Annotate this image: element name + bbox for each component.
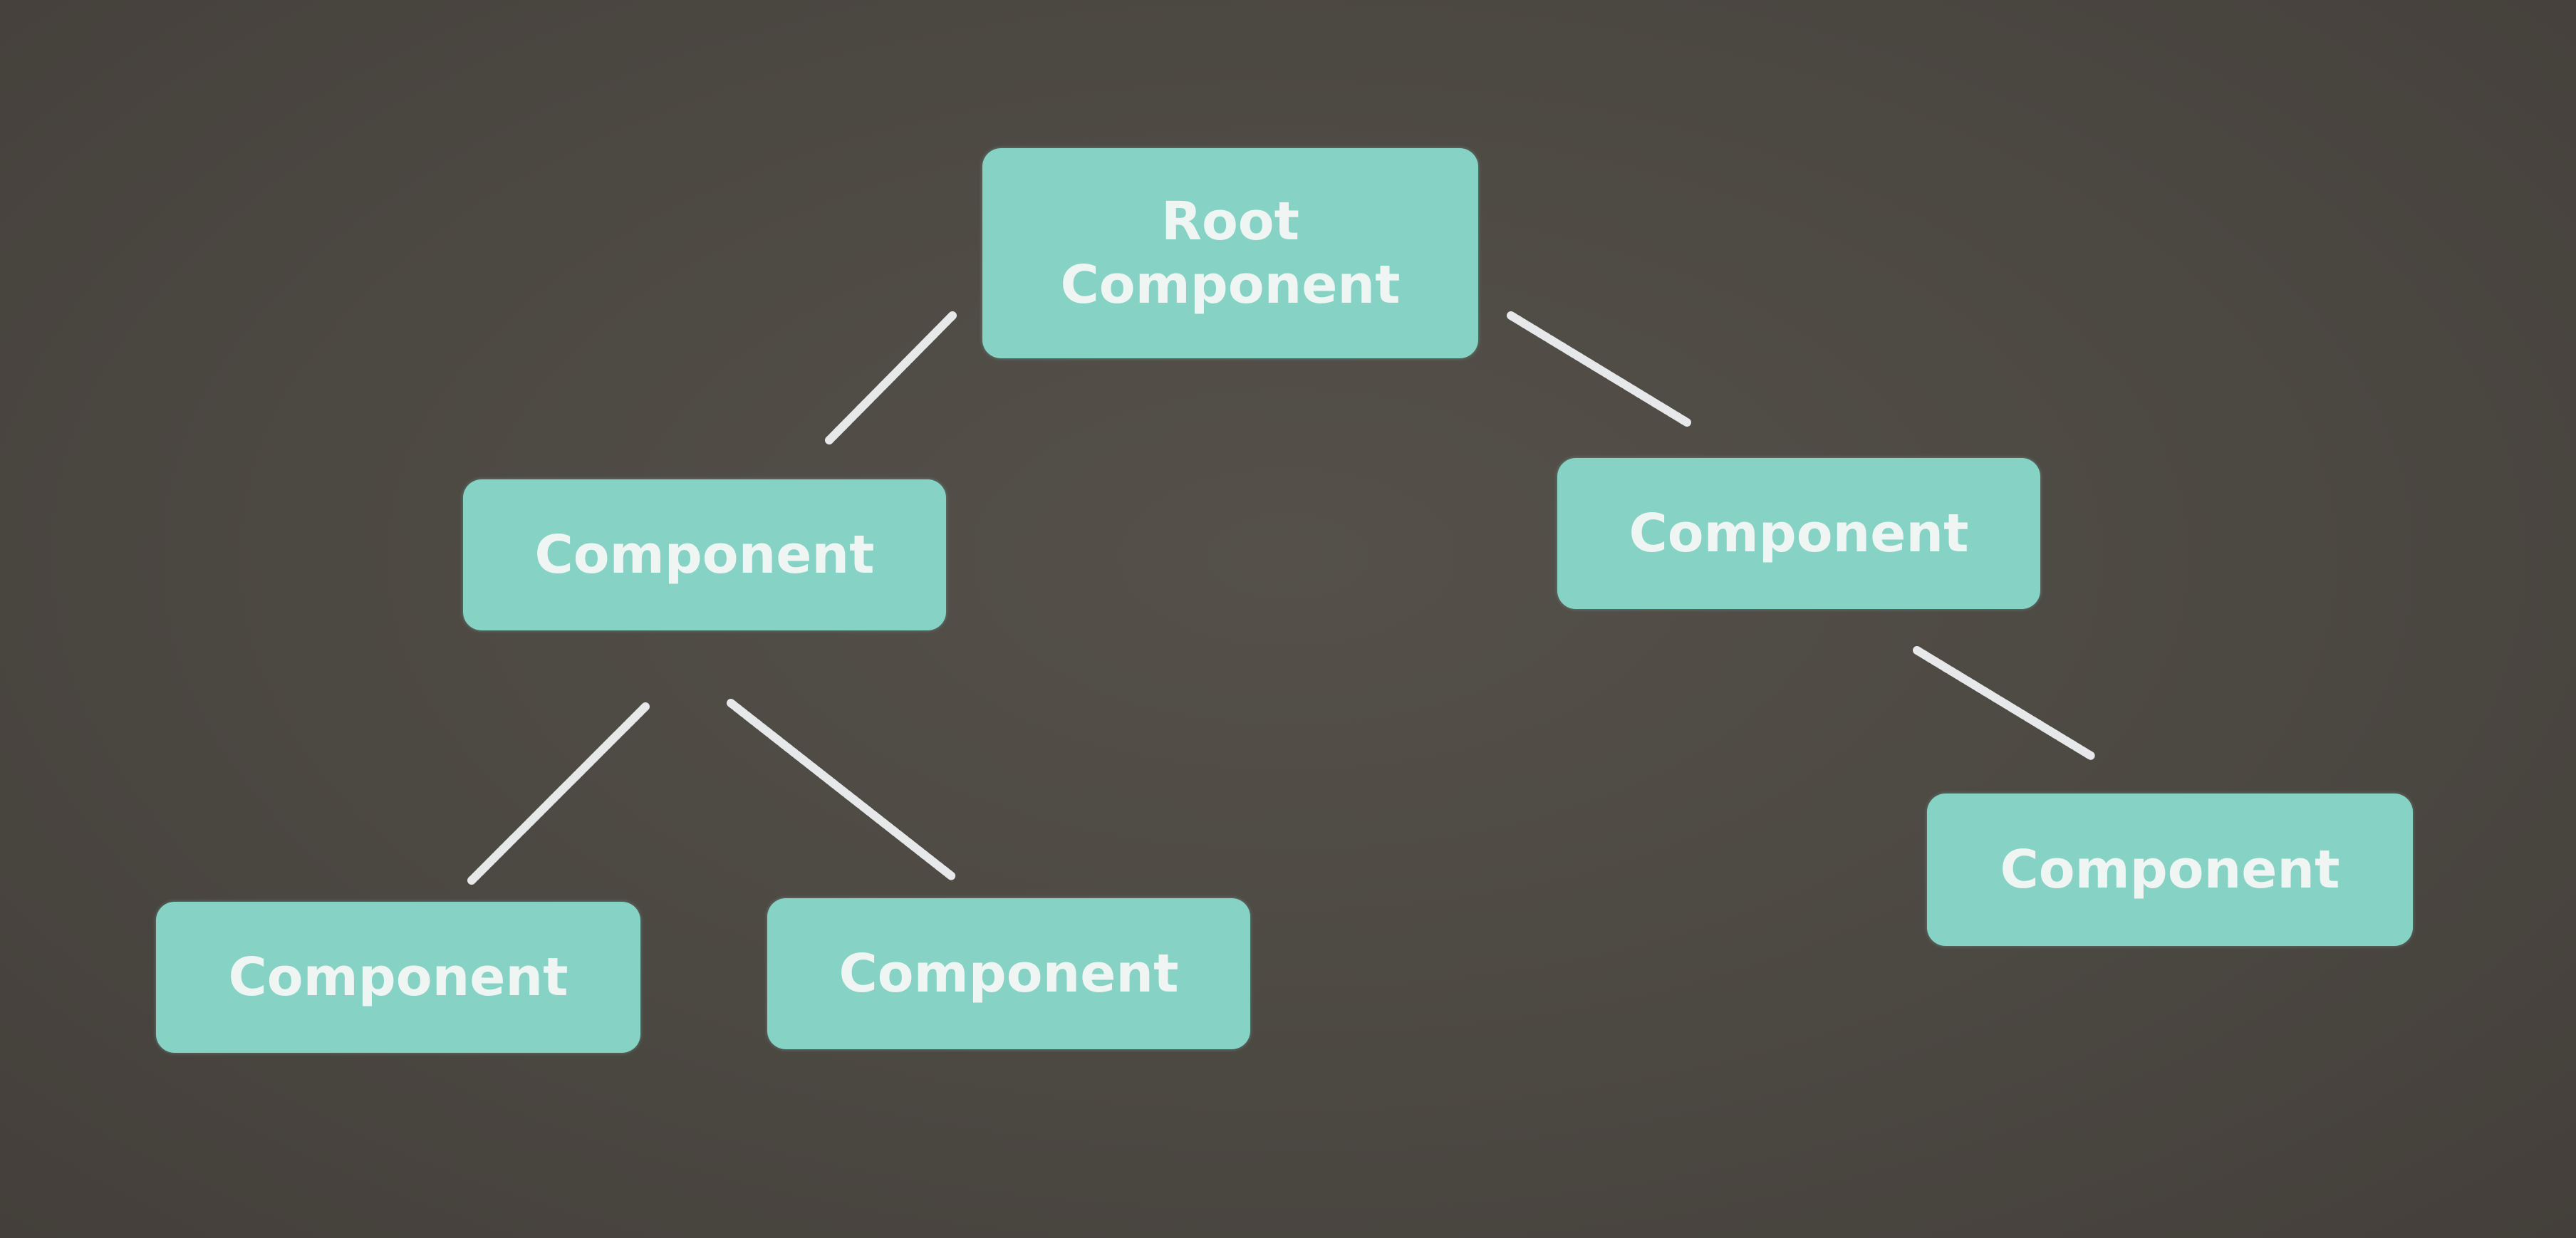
left-child-2-node: Component	[767, 898, 1250, 1049]
left-component-node: Component	[463, 479, 946, 630]
node-label: Component	[2000, 838, 2340, 900]
node-label: Component	[534, 524, 875, 586]
edge-left-child1	[467, 702, 650, 885]
right-child-node: Component	[1927, 794, 2413, 946]
edge-right-child	[1913, 646, 2095, 760]
node-label: Component	[228, 946, 568, 1008]
node-label: Root Component	[1060, 190, 1401, 316]
edge-root-left	[825, 311, 957, 444]
right-component-node: Component	[1557, 458, 2040, 609]
root-component-node: Root Component	[982, 148, 1478, 358]
node-label: Component	[838, 942, 1179, 1004]
node-label: Component	[1629, 502, 1969, 564]
edge-root-right	[1507, 311, 1691, 427]
left-child-1-node: Component	[156, 902, 640, 1053]
edge-left-child2	[727, 699, 957, 881]
